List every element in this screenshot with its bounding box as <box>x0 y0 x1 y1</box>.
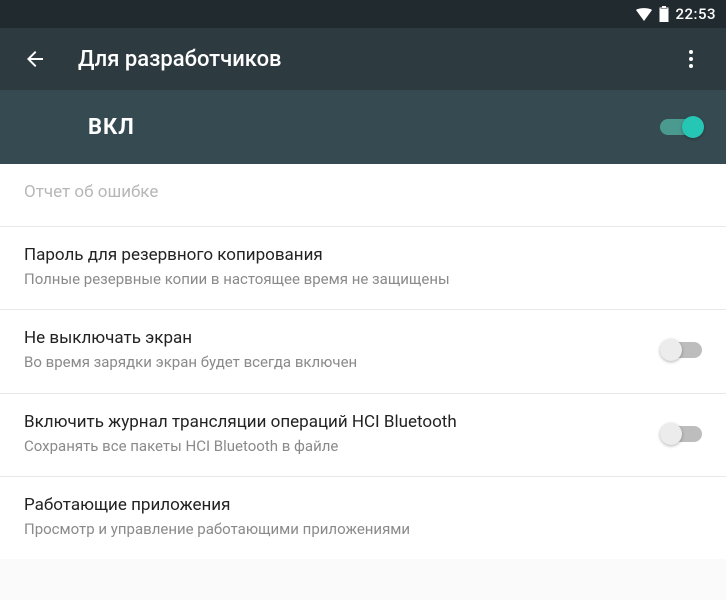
row-hci-log[interactable]: Включить журнал трансляции операций HCI … <box>0 394 726 477</box>
row-title: Отчет об ошибке <box>24 182 686 202</box>
row-title: Не выключать экран <box>24 328 644 348</box>
hci-log-switch[interactable] <box>660 426 702 442</box>
row-running-services[interactable]: Работающие приложения Просмотр и управле… <box>0 477 726 559</box>
battery-icon <box>659 6 669 22</box>
row-bug-report: Отчет об ошибке <box>0 164 726 227</box>
stay-awake-switch[interactable] <box>660 342 702 358</box>
back-button[interactable] <box>18 42 52 76</box>
row-backup-password[interactable]: Пароль для резервного копирования Полные… <box>0 227 726 310</box>
status-bar: 22:53 <box>0 0 726 28</box>
page-title: Для разработчиков <box>78 47 674 72</box>
master-toggle-switch[interactable] <box>660 119 702 135</box>
status-time: 22:53 <box>675 5 716 23</box>
master-toggle-label: ВКЛ <box>88 115 660 140</box>
overflow-menu-button[interactable] <box>674 42 708 76</box>
settings-list: Отчет об ошибке Пароль для резервного ко… <box>0 164 726 559</box>
master-toggle-row[interactable]: ВКЛ <box>0 90 726 164</box>
row-subtitle: Полные резервные копии в настоящее время… <box>24 269 686 289</box>
row-subtitle: Просмотр и управление работающими прилож… <box>24 519 686 539</box>
row-stay-awake[interactable]: Не выключать экран Во время зарядки экра… <box>0 310 726 393</box>
row-title: Пароль для резервного копирования <box>24 245 686 265</box>
row-title: Включить журнал трансляции операций HCI … <box>24 412 644 432</box>
row-subtitle: Сохранять все пакеты HCI Bluetooth в фай… <box>24 436 644 456</box>
wifi-icon <box>635 7 653 21</box>
row-title: Работающие приложения <box>24 495 686 515</box>
toolbar: Для разработчиков <box>0 28 726 90</box>
row-subtitle: Во время зарядки экран будет всегда вклю… <box>24 352 644 372</box>
